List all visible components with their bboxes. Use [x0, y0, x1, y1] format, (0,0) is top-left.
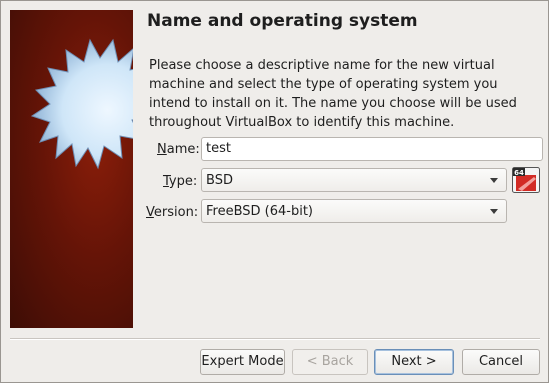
type-label-rest: ype:	[168, 174, 198, 189]
name-label-mnemonic: N	[157, 142, 167, 157]
name-input[interactable]	[201, 137, 543, 161]
version-label-mnemonic: V	[146, 205, 154, 220]
version-label-rest: ersion:	[153, 205, 199, 220]
version-select-value: FreeBSD (64-bit)	[206, 204, 314, 219]
name-label: Name:	[157, 142, 200, 157]
back-button[interactable]: < Back	[292, 349, 368, 375]
name-label-rest: ame:	[166, 142, 200, 157]
type-select-value: BSD	[206, 173, 233, 188]
expert-mode-button[interactable]: Expert Mode	[200, 349, 285, 375]
wizard-window: Name and operating system Please choose …	[0, 0, 549, 383]
version-label: Version:	[146, 205, 198, 220]
chevron-down-icon	[490, 178, 498, 183]
freebsd-os-icon: 64	[512, 167, 540, 193]
cancel-button[interactable]: Cancel	[462, 349, 540, 375]
chevron-down-icon	[490, 209, 498, 214]
type-label: Type:	[163, 174, 197, 189]
starburst-graphic	[30, 38, 133, 170]
wizard-side-banner	[10, 10, 133, 328]
button-separator	[10, 338, 540, 340]
type-select[interactable]: BSD	[201, 168, 507, 192]
next-button[interactable]: Next >	[374, 349, 454, 375]
page-title: Name and operating system	[147, 11, 418, 31]
version-select[interactable]: FreeBSD (64-bit)	[201, 199, 507, 223]
page-description: Please choose a descriptive name for the…	[149, 58, 517, 130]
os-icon-badge: 64	[514, 169, 524, 177]
